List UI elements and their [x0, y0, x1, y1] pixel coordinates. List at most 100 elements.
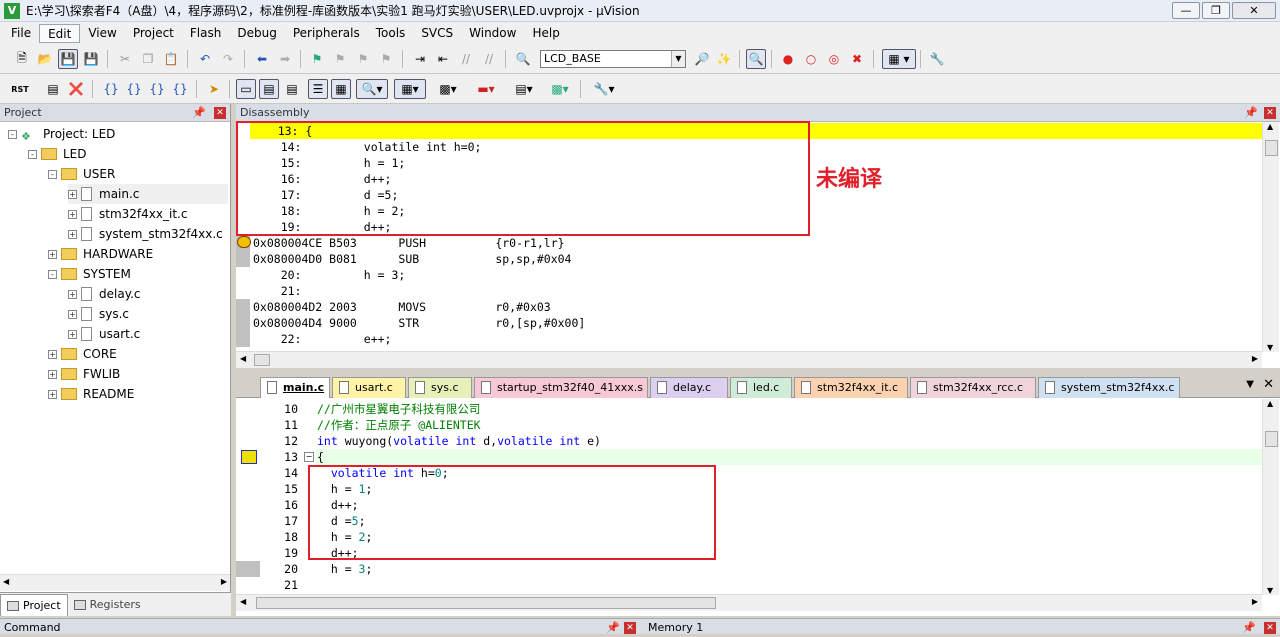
disassembly-gutter[interactable] — [236, 315, 250, 331]
pin-icon[interactable]: 📌 — [606, 619, 620, 637]
tree-file-item[interactable]: + stm32f4xx_it.c — [68, 204, 187, 224]
tree-group-item[interactable]: + README — [48, 384, 134, 404]
expand-icon[interactable]: + — [68, 209, 77, 219]
menu-tools[interactable]: Tools — [368, 24, 414, 43]
file-tab[interactable]: usart.c — [332, 377, 406, 398]
disassembly-line[interactable]: 21: — [253, 283, 302, 299]
expand-icon[interactable]: + — [48, 389, 57, 399]
disassembly-gutter[interactable] — [236, 331, 250, 347]
expand-icon[interactable]: + — [68, 189, 77, 199]
collapse-icon[interactable]: - — [8, 129, 17, 139]
memory-window-icon[interactable]: ▦▾ — [394, 79, 426, 99]
tab-project[interactable]: Project — [0, 594, 68, 616]
new-file-icon[interactable]: 🗎 — [12, 49, 32, 69]
system-viewer-icon[interactable]: ▩▾ — [544, 79, 576, 99]
configure-icon[interactable]: 🔧 — [927, 49, 947, 69]
file-tab[interactable]: system_stm32f4xx.c — [1038, 377, 1180, 398]
bookmark-icon[interactable]: ⚑ — [307, 49, 327, 69]
expand-icon[interactable]: + — [68, 289, 77, 299]
step-over-icon[interactable]: {} — [124, 79, 144, 99]
serial-window-icon[interactable]: ▩▾ — [432, 79, 464, 99]
tree-group-item[interactable]: + HARDWARE — [48, 244, 153, 264]
nav-forward-icon[interactable]: ➡ — [275, 49, 295, 69]
incremental-find-icon[interactable]: ✨ — [714, 49, 734, 69]
cut-icon[interactable]: ✂ — [115, 49, 135, 69]
tab-list-icon[interactable]: ▼ — [1246, 379, 1254, 390]
disassembly-gutter[interactable] — [236, 251, 250, 267]
file-tab[interactable]: sys.c — [408, 377, 472, 398]
chevron-down-icon[interactable]: ▼ — [671, 51, 685, 67]
analysis-window-icon[interactable]: ▬▾ — [470, 79, 502, 99]
disassembly-gutter[interactable] — [236, 283, 250, 299]
registers-window-icon[interactable]: ☰ — [308, 79, 328, 99]
debug-session-icon[interactable]: 🔍 — [746, 49, 766, 69]
uncomment-icon[interactable]: // — [479, 49, 499, 69]
collapse-icon[interactable]: - — [28, 149, 37, 159]
tree-file-item[interactable]: + main.c — [68, 184, 228, 204]
command-window-icon[interactable]: ▭ — [236, 79, 256, 99]
menu-edit[interactable]: Edit — [39, 23, 81, 43]
menu-flash[interactable]: Flash — [182, 24, 229, 43]
kill-all-breakpoints-icon[interactable]: ✖ — [847, 49, 867, 69]
symbols-window-icon[interactable]: ▤ — [282, 79, 302, 99]
open-file-icon[interactable]: 📂 — [35, 49, 55, 69]
expand-icon[interactable]: + — [48, 249, 57, 259]
redo-icon[interactable]: ↷ — [218, 49, 238, 69]
save-icon[interactable]: 💾 — [58, 49, 78, 69]
copy-icon[interactable]: ❐ — [138, 49, 158, 69]
undo-icon[interactable]: ↶ — [195, 49, 215, 69]
expand-icon[interactable]: + — [68, 329, 77, 339]
minimize-button[interactable]: — — [1172, 2, 1200, 19]
close-panel-icon[interactable]: ✕ — [624, 622, 636, 634]
find-icon[interactable]: 🔎 — [692, 49, 712, 69]
reset-icon[interactable]: RST — [10, 79, 30, 99]
stop-icon[interactable]: ❌ — [66, 79, 86, 99]
disable-all-breakpoints-icon[interactable]: ◎ — [824, 49, 844, 69]
disassembly-line[interactable]: 0x080004D4 9000 STR r0,[sp,#0x00] — [253, 315, 585, 331]
code-line[interactable]: //广州市星翼电子科技有限公司 — [317, 401, 480, 417]
disassembly-line[interactable]: 0x080004D2 2003 MOVS r0,#0x03 — [253, 299, 551, 315]
insert-breakpoint-icon[interactable]: ● — [778, 49, 798, 69]
menu-window[interactable]: Window — [461, 24, 524, 43]
menu-view[interactable]: View — [80, 24, 124, 43]
menu-peripherals[interactable]: Peripherals — [285, 24, 368, 43]
project-hscroll[interactable]: ◀ ▶ — [0, 574, 230, 591]
step-into-icon[interactable]: {} — [101, 79, 121, 99]
disassembly-line[interactable]: 0x080004D0 B081 SUB sp,sp,#0x04 — [253, 251, 572, 267]
pin-icon[interactable]: 📌 — [1242, 619, 1256, 637]
disassembly-gutter[interactable] — [236, 299, 250, 315]
menu-help[interactable]: Help — [524, 24, 567, 43]
restore-button[interactable]: ❐ — [1202, 2, 1230, 19]
pin-icon[interactable]: 📌 — [192, 104, 206, 122]
expand-icon[interactable]: + — [68, 309, 77, 319]
collapse-icon[interactable]: - — [48, 169, 57, 179]
menu-svcs[interactable]: SVCS — [413, 24, 461, 43]
disassembly-line[interactable]: 0x080004CE B503 PUSH {r0-r1,lr} — [253, 235, 565, 251]
disassembly-vscroll[interactable]: ▲ ▼ — [1262, 122, 1279, 352]
editor-vscroll[interactable]: ▲ ▼ — [1262, 399, 1279, 595]
expand-icon[interactable]: + — [48, 369, 57, 379]
bookmark-prev-icon[interactable]: ⚑ — [330, 49, 350, 69]
disassembly-hscroll[interactable]: ◀ ▶ — [236, 351, 1262, 368]
close-panel-icon[interactable]: ✕ — [214, 107, 226, 119]
close-button[interactable]: ✕ — [1232, 2, 1276, 19]
enable-breakpoint-icon[interactable]: ○ — [801, 49, 821, 69]
tree-group-item[interactable]: + FWLIB — [48, 364, 120, 384]
file-tab[interactable]: stm32f4xx_it.c — [794, 377, 908, 398]
close-panel-icon[interactable]: ✕ — [1264, 622, 1276, 634]
disassembly-gutter[interactable] — [236, 267, 250, 283]
pin-icon[interactable]: 📌 — [1244, 104, 1258, 122]
tree-file-item[interactable]: + usart.c — [68, 324, 140, 344]
indent-icon[interactable]: ⇥ — [410, 49, 430, 69]
code-line[interactable]: { — [317, 449, 324, 465]
file-tab[interactable]: delay.c — [650, 377, 728, 398]
menu-project[interactable]: Project — [125, 24, 182, 43]
code-line[interactable]: h = 3; — [317, 561, 373, 577]
find-in-files-icon[interactable]: 🔍 — [513, 49, 533, 69]
show-next-statement-icon[interactable]: ➤ — [204, 79, 224, 99]
trace-window-icon[interactable]: ▤▾ — [508, 79, 540, 99]
tree-file-item[interactable]: + delay.c — [68, 284, 141, 304]
file-tab[interactable]: led.c — [730, 377, 792, 398]
bookmark-clear-icon[interactable]: ⚑ — [376, 49, 396, 69]
disassembly-line[interactable]: 22: e++; — [253, 331, 392, 347]
